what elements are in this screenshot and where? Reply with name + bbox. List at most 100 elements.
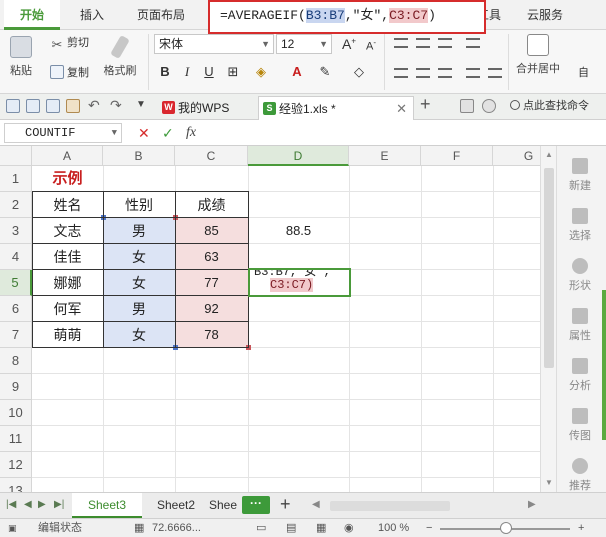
account-icon[interactable]: [482, 99, 496, 113]
cell-title[interactable]: 示例: [32, 166, 103, 192]
panel-shapes[interactable]: 形状: [557, 258, 603, 293]
spreadsheet-grid[interactable]: A B C D E F G 1 2 3 4 5 6 7 8 9 10 11 12…: [0, 146, 540, 492]
view-normal-icon[interactable]: ▭: [256, 519, 266, 537]
tab-insert[interactable]: 插入: [66, 0, 118, 30]
next-sheet-icon[interactable]: ▶: [38, 499, 46, 510]
add-sheet-icon[interactable]: +: [280, 494, 291, 514]
row-header[interactable]: 8: [0, 348, 32, 374]
cell-score[interactable]: 85: [175, 218, 248, 244]
cell-gender[interactable]: 女: [103, 244, 175, 270]
cell-style-icon[interactable]: ◇: [350, 64, 368, 80]
zoom-slider-knob[interactable]: [500, 522, 512, 534]
align-center-icon[interactable]: [416, 68, 430, 78]
fx-icon[interactable]: fx: [186, 123, 196, 143]
cell-gender[interactable]: 女: [103, 270, 175, 296]
italic-icon[interactable]: I: [178, 64, 196, 80]
clear-format-icon[interactable]: ✎: [316, 64, 334, 80]
tab-document[interactable]: S 经验1.xls * ✕: [258, 96, 414, 120]
scroll-right-icon[interactable]: ▶: [528, 499, 536, 510]
row-header[interactable]: 11: [0, 426, 32, 452]
row-header[interactable]: 5: [0, 270, 32, 296]
panel-properties[interactable]: 属性: [557, 308, 603, 343]
column-header[interactable]: C: [175, 146, 248, 166]
align-bottom-icon[interactable]: [438, 38, 452, 48]
bold-icon[interactable]: B: [156, 64, 174, 79]
view-page-icon[interactable]: ▦: [316, 519, 326, 537]
borders-icon[interactable]: ⊞: [224, 64, 242, 80]
column-header[interactable]: B: [103, 146, 175, 166]
copy-button[interactable]: 复制: [50, 64, 89, 82]
more-sheets-icon[interactable]: ···: [242, 496, 270, 514]
cell-d3-result[interactable]: 88.5: [248, 218, 349, 244]
tab-page-layout[interactable]: 页面布局: [128, 0, 194, 30]
header-score[interactable]: 成绩: [175, 192, 248, 218]
font-size-select[interactable]: 12 ▼: [276, 34, 332, 54]
first-sheet-icon[interactable]: |◀: [6, 499, 16, 510]
save-icon[interactable]: [6, 99, 20, 113]
formula-input[interactable]: =AVERAGEIF(B3:B7,"女",C3:C7): [208, 0, 486, 34]
panel-toggle-bar[interactable]: [602, 290, 606, 440]
row-header[interactable]: 7: [0, 322, 32, 348]
eye-icon[interactable]: ◉: [344, 519, 354, 537]
column-header[interactable]: A: [32, 146, 103, 166]
underline-icon[interactable]: U: [200, 64, 218, 79]
header-name[interactable]: 姓名: [32, 192, 103, 218]
column-header[interactable]: E: [349, 146, 421, 166]
cell-gender[interactable]: 男: [103, 218, 175, 244]
paste-button[interactable]: 粘贴: [4, 36, 38, 78]
cancel-icon[interactable]: ✕: [138, 123, 150, 143]
row-header[interactable]: 4: [0, 244, 32, 270]
header-gender[interactable]: 性别: [103, 192, 175, 218]
prev-sheet-icon[interactable]: ◀: [24, 499, 32, 510]
zoom-in-icon[interactable]: +: [578, 519, 584, 537]
redo-icon[interactable]: ↷: [110, 95, 122, 115]
close-icon[interactable]: ✕: [396, 97, 407, 121]
panel-analysis[interactable]: 分析: [557, 358, 603, 393]
row-header[interactable]: 12: [0, 452, 32, 478]
auto-button[interactable]: 自: [578, 64, 589, 82]
chevron-down-icon[interactable]: ▼: [136, 95, 146, 115]
cell-name[interactable]: 何军: [32, 296, 103, 322]
command-search[interactable]: 点此查找命令: [510, 97, 589, 115]
sheet-tab[interactable]: Sheet2: [148, 493, 204, 518]
align-top-icon[interactable]: [394, 38, 408, 48]
cell-gender[interactable]: 男: [103, 296, 175, 322]
vertical-scrollbar[interactable]: ▲ ▼: [540, 146, 556, 492]
row-header[interactable]: 3: [0, 218, 32, 244]
panel-new[interactable]: 新建: [557, 158, 603, 193]
row-header[interactable]: 2: [0, 192, 32, 218]
wrap-text-icon[interactable]: [466, 38, 480, 48]
scroll-up-icon[interactable]: ▲: [545, 150, 553, 159]
record-icon[interactable]: ▣: [8, 519, 22, 537]
scroll-left-icon[interactable]: ◀: [312, 499, 320, 510]
cell-score[interactable]: 63: [175, 244, 248, 270]
font-color-icon[interactable]: A: [288, 64, 306, 79]
column-header[interactable]: G: [493, 146, 540, 166]
row-header[interactable]: 9: [0, 374, 32, 400]
merge-center-button[interactable]: 合并居中: [510, 34, 566, 76]
column-header[interactable]: F: [421, 146, 493, 166]
last-sheet-icon[interactable]: ▶|: [54, 499, 64, 510]
row-header[interactable]: 10: [0, 400, 32, 426]
cell-name[interactable]: 文志: [32, 218, 103, 244]
format-painter-button[interactable]: 格式刷: [100, 34, 140, 78]
select-all-corner[interactable]: [0, 146, 32, 166]
cell-name[interactable]: 佳佳: [32, 244, 103, 270]
cell-name[interactable]: 萌萌: [32, 322, 103, 348]
panel-select[interactable]: 选择: [557, 208, 603, 243]
tab-cloud[interactable]: 云服务: [516, 0, 574, 30]
print-preview-icon[interactable]: [26, 99, 40, 113]
align-left-icon[interactable]: [394, 68, 408, 78]
horizontal-scroll-thumb[interactable]: [330, 501, 450, 511]
print-icon[interactable]: [46, 99, 60, 113]
fill-color-icon[interactable]: ◈: [252, 64, 270, 80]
confirm-icon[interactable]: ✓: [162, 123, 174, 143]
tab-my-wps[interactable]: W 我的WPS: [158, 96, 254, 120]
cell-score[interactable]: 77: [175, 270, 248, 296]
panel-upload[interactable]: 传图: [557, 408, 603, 443]
distributed-icon[interactable]: [488, 68, 502, 78]
name-box[interactable]: COUNTIF ▼: [4, 123, 122, 143]
active-cell-editor[interactable]: B3:B7,"女", C3:C7): [248, 268, 351, 297]
row-header[interactable]: 6: [0, 296, 32, 322]
cell-score[interactable]: 92: [175, 296, 248, 322]
